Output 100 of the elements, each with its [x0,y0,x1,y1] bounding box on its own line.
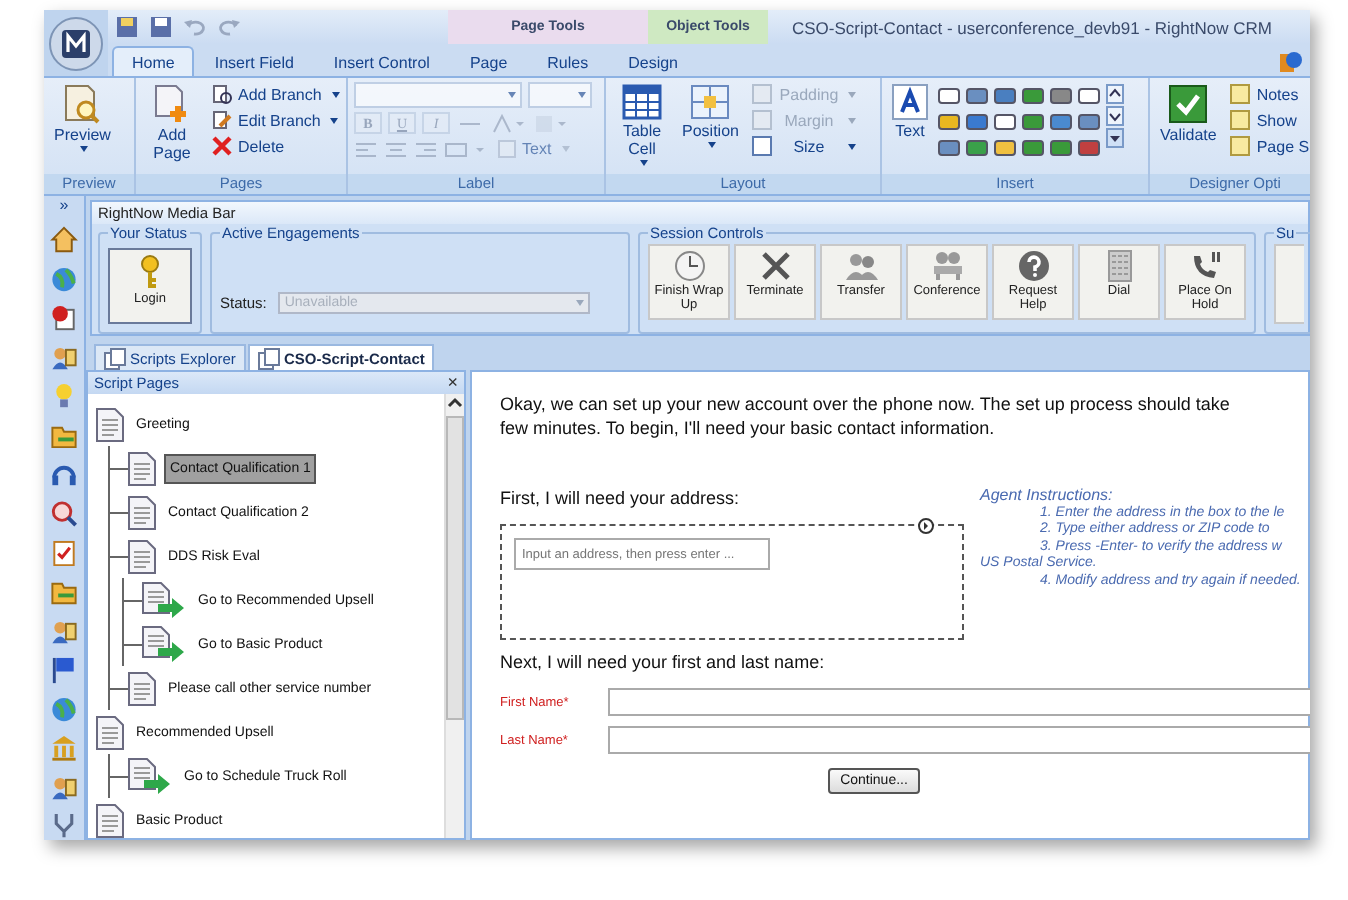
note-icon [1230,110,1251,130]
ribbon-tab[interactable]: Page [449,46,528,76]
keypad-icon [1107,250,1131,282]
scroll-up-icon[interactable] [1106,84,1124,104]
folder-icon[interactable] [50,578,78,606]
control-icon[interactable] [938,86,960,106]
page-icon [96,715,124,749]
note-icon [1230,84,1251,104]
page-arrow-icon [128,757,172,795]
control-icon[interactable] [1078,138,1100,158]
control-icon[interactable] [1078,112,1100,132]
text-icon [498,140,516,158]
ribbon-tab[interactable]: Insert Control [313,46,450,76]
delete-icon [212,136,232,156]
window-title: CSO-Script-Contact - userconference_devb91 - RightNow CRM [792,17,1272,37]
branch-icon [212,84,232,104]
house-icon[interactable] [50,226,78,254]
expand-gallery-icon[interactable] [1106,128,1124,148]
save-icon[interactable] [150,16,172,38]
checkmark-icon [1168,84,1209,124]
delete-button[interactable]: Delete [208,134,344,158]
position-button[interactable]: Position [678,82,743,150]
scroll-up-icon[interactable] [446,394,464,412]
control-icon[interactable] [1022,138,1044,158]
caret-icon [578,92,586,98]
caret-icon [708,142,717,148]
edit-branch-button[interactable]: Edit Branch [208,108,344,132]
control-icon[interactable] [938,138,960,158]
page-icon [128,451,156,485]
designer-option-button[interactable]: Page S [1226,134,1310,158]
checklist-icon[interactable] [50,539,78,567]
control-icon[interactable] [1050,138,1072,158]
key-icon [138,254,162,290]
name-input[interactable] [608,726,1310,754]
ribbon-tab[interactable]: Home [112,46,195,76]
ribbon-tab[interactable]: Design [608,46,698,76]
control-icon[interactable] [966,112,988,132]
position-icon [690,84,731,120]
control-icon[interactable] [1050,86,1072,106]
app-menu-icon[interactable] [48,15,104,71]
layout-option-button[interactable]: Size [748,134,861,158]
caret-icon [330,117,339,123]
table-icon [622,84,662,120]
bank-icon[interactable] [50,734,78,762]
ribbon-tab[interactable]: Rules [527,46,609,76]
box-icon [752,110,773,130]
box-icon [752,84,773,104]
address-prompt: First, I will need your address: [500,488,742,508]
resize-handle-icon[interactable] [918,518,934,534]
caret-icon [848,117,857,123]
text-button[interactable]: Text [888,82,932,142]
expand-sidebar-button[interactable]: » [59,198,69,214]
designer-option-button[interactable]: Notes [1226,82,1310,106]
control-icon[interactable] [1022,86,1044,106]
help-icon[interactable] [1280,49,1302,71]
caret-icon [848,143,857,149]
magnifier-icon[interactable] [50,499,78,527]
add-page-icon [152,84,192,124]
designer-option-button[interactable]: Show [1226,108,1310,132]
scroll-thumb[interactable] [446,416,464,720]
scrollbar[interactable] [444,394,464,838]
add-branch-button[interactable]: Add Branch [208,82,344,106]
ribbon-tab[interactable]: Insert Field [194,46,314,76]
person-card-icon[interactable] [50,343,78,371]
clock-icon [673,250,705,282]
lightbulb-icon[interactable] [50,382,78,410]
control-icon[interactable] [1078,86,1100,106]
scroll-down-icon[interactable] [1106,106,1124,126]
control-icon[interactable] [938,112,960,132]
control-icon[interactable] [1022,112,1044,132]
preview-icon [62,84,103,124]
folder-icon[interactable] [50,421,78,449]
control-icon[interactable] [966,138,988,158]
caret-icon [80,146,89,152]
control-icon[interactable] [994,138,1016,158]
page-icon [96,407,124,441]
name-input[interactable] [608,688,1310,716]
page-icon [128,495,156,529]
control-icon[interactable] [966,86,988,106]
document-icon[interactable] [50,304,78,332]
help-icon [1017,250,1049,282]
edit-page-icon [212,110,232,130]
control-icon[interactable] [1050,112,1072,132]
control-icon[interactable] [994,86,1016,106]
globe-icon[interactable] [50,695,78,723]
globe-icon[interactable] [50,265,78,293]
save-icon[interactable] [116,16,138,38]
control-icon[interactable] [994,112,1016,132]
close-button[interactable]: × [447,374,458,392]
caret-icon [508,92,516,98]
add-page-button[interactable]: Add Page [142,82,202,164]
caret-icon [640,160,648,166]
caret-icon [848,91,857,97]
preview-button[interactable]: Preview [50,82,115,154]
flag-icon[interactable] [50,656,78,684]
caret-icon [561,146,570,152]
name-prompt: Next, I will need your first and last name: [500,652,827,672]
headset-icon[interactable] [50,460,78,488]
validate-button[interactable]: Validate [1156,82,1221,146]
table-cell-button[interactable]: Table Cell [612,82,672,168]
